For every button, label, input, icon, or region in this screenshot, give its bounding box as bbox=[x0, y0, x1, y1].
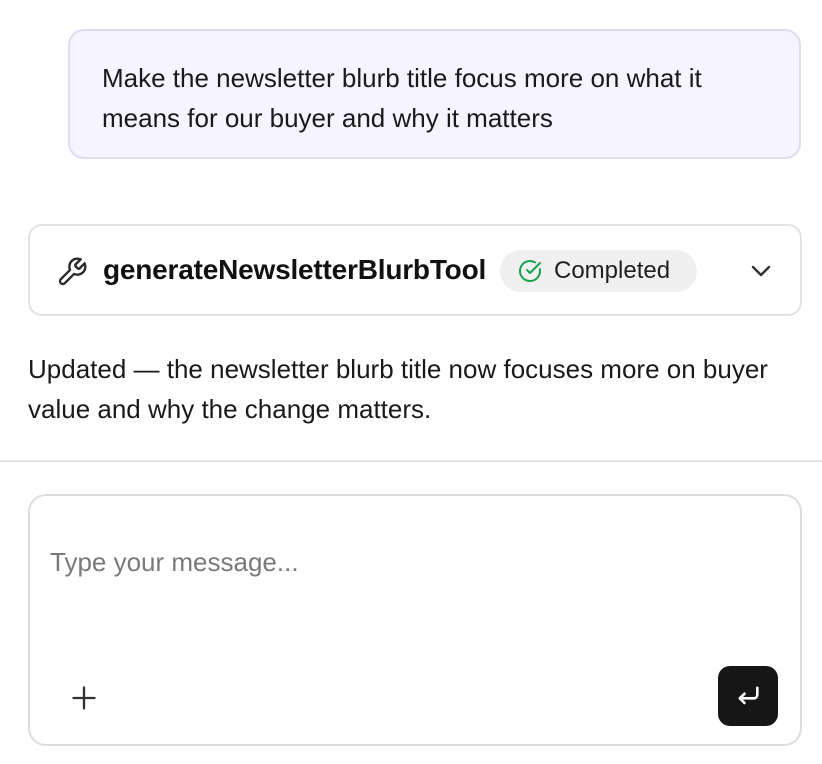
add-attachment-button[interactable] bbox=[66, 680, 102, 716]
wrench-icon bbox=[56, 256, 88, 288]
chevron-down-icon[interactable] bbox=[746, 259, 776, 283]
user-message-bubble: Make the newsletter blurb title focus mo… bbox=[68, 29, 801, 159]
send-button[interactable] bbox=[718, 666, 778, 726]
enter-return-icon bbox=[738, 686, 759, 705]
tool-name: generateNewsletterBlurbTool bbox=[103, 254, 487, 285]
check-circle-icon bbox=[519, 260, 541, 282]
divider bbox=[0, 460, 822, 462]
assistant-message: Updated — the newsletter blurb title now… bbox=[28, 354, 768, 424]
user-message-text: Make the newsletter blurb title focus mo… bbox=[102, 63, 702, 133]
chat-panel: Make the newsletter blurb title focus mo… bbox=[0, 0, 822, 764]
status-label: Completed bbox=[554, 257, 671, 284]
message-input[interactable] bbox=[50, 542, 710, 582]
message-composer bbox=[28, 494, 802, 746]
plus-icon bbox=[72, 686, 96, 710]
tool-call-card[interactable]: generateNewsletterBlurbTool Completed bbox=[28, 224, 802, 316]
status-badge: Completed bbox=[500, 250, 697, 292]
